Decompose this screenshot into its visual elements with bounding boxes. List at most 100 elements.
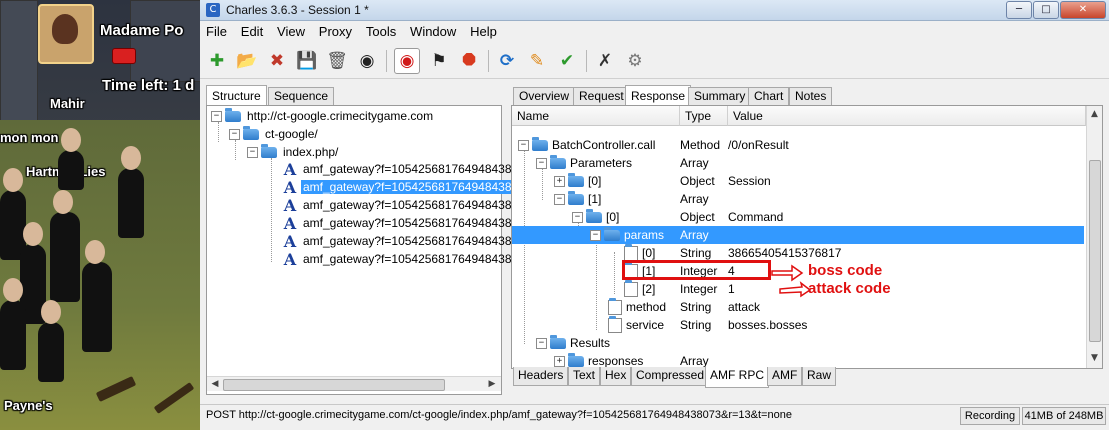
scroll-down-icon[interactable]: ▼ xyxy=(1088,352,1101,365)
character[interactable] xyxy=(0,278,26,370)
tree-line xyxy=(271,158,272,262)
close-session-icon[interactable]: ✖ xyxy=(264,48,290,74)
validate-check-icon[interactable]: ✔ xyxy=(554,48,580,74)
open-session-icon[interactable]: 📂 xyxy=(234,48,260,74)
tree-request-item[interactable]: Aamf_gateway?f=105425681764948438 xyxy=(283,251,514,268)
folder-icon xyxy=(225,108,241,123)
scroll-left-icon[interactable]: ◀ xyxy=(208,378,222,390)
stop-icon[interactable]: ⯃ xyxy=(456,48,482,74)
horizontal-scrollbar[interactable]: ◀ ▶ xyxy=(207,376,501,391)
collapse-toggle-icon[interactable]: − xyxy=(518,140,529,152)
table-row-selected[interactable]: − params Array xyxy=(512,226,1084,244)
character[interactable] xyxy=(118,146,144,238)
table-row[interactable]: − BatchController.call Method /0/onResult xyxy=(512,136,1084,154)
recording-status[interactable]: Recording xyxy=(960,407,1020,425)
scrollbar-thumb[interactable] xyxy=(1089,160,1101,342)
close-button[interactable]: ✕ xyxy=(1060,1,1106,19)
tab-request[interactable]: Request xyxy=(573,87,630,105)
refresh-icon[interactable]: ⟳ xyxy=(494,48,520,74)
table-row[interactable]: − Results xyxy=(512,334,1084,352)
edit-pencil-icon[interactable]: ✎ xyxy=(524,48,550,74)
amf-request-icon: A xyxy=(283,250,297,270)
tab-amf[interactable]: AMF xyxy=(767,367,803,386)
table-row[interactable]: service String bosses.bosses xyxy=(512,316,1084,334)
table-row[interactable]: − [0] Object Command xyxy=(512,208,1084,226)
save-icon[interactable]: 💾 xyxy=(294,48,320,74)
character[interactable] xyxy=(58,128,84,190)
highlight-box xyxy=(622,260,771,280)
tab-raw[interactable]: Raw xyxy=(802,367,837,386)
scrollbar-thumb[interactable] xyxy=(223,379,445,391)
tree-request-item[interactable]: Aamf_gateway?f=105425681764948438 xyxy=(283,179,514,196)
tree-request-item[interactable]: Aamf_gateway?f=105425681764948438 xyxy=(283,215,514,232)
tab-compressed[interactable]: Compressed xyxy=(631,367,710,386)
scroll-up-icon[interactable]: ▲ xyxy=(1088,108,1101,121)
tree-request-item[interactable]: Aamf_gateway?f=105425681764948438 xyxy=(283,161,514,178)
menu-bar: File Edit View Proxy Tools Window Help xyxy=(200,21,1109,43)
column-header-name[interactable]: Name xyxy=(512,106,680,126)
record-icon[interactable]: ◉ xyxy=(394,48,420,74)
collapse-toggle-icon[interactable]: − xyxy=(590,230,601,242)
collapse-toggle-icon[interactable]: − xyxy=(247,147,258,159)
table-row[interactable]: method String attack xyxy=(512,298,1084,316)
building xyxy=(0,0,38,122)
tree-request-item[interactable]: Aamf_gateway?f=105425681764948438 xyxy=(283,197,514,214)
menu-view[interactable]: View xyxy=(273,21,309,42)
new-session-icon[interactable]: ✚ xyxy=(204,48,230,74)
tree-folder-node[interactable]: − index.php/ xyxy=(247,144,340,161)
tab-text[interactable]: Text xyxy=(568,367,601,386)
character[interactable] xyxy=(50,190,80,302)
menu-tools[interactable]: Tools xyxy=(362,21,400,42)
tab-notes[interactable]: Notes xyxy=(789,87,833,105)
menu-help[interactable]: Help xyxy=(466,21,501,42)
character[interactable] xyxy=(38,300,64,382)
title-bar[interactable]: C Charles 3.6.3 - Session 1 * ─ □ ✕ xyxy=(200,0,1109,21)
tree-request-item[interactable]: Aamf_gateway?f=105425681764948438 xyxy=(283,233,514,250)
tree-line xyxy=(235,140,236,160)
red-button[interactable] xyxy=(112,48,136,64)
tree-host-node[interactable]: − http://ct-google.crimecitygame.com xyxy=(211,108,435,125)
vertical-scrollbar[interactable]: ▲ ▼ xyxy=(1086,106,1102,368)
settings-gear-icon[interactable]: ⚙ xyxy=(622,48,648,74)
amf-request-icon: A xyxy=(283,214,297,234)
table-row[interactable]: + [0] Object Session xyxy=(512,172,1084,190)
minimize-button[interactable]: ─ xyxy=(1006,1,1032,19)
collapse-toggle-icon[interactable]: − xyxy=(536,158,547,170)
tab-response[interactable]: Response xyxy=(625,85,692,106)
tree-folder-node[interactable]: − ct-google/ xyxy=(229,126,320,143)
tab-headers[interactable]: Headers xyxy=(513,367,569,386)
throttle-flag-icon[interactable]: ⚑ xyxy=(426,48,452,74)
tab-amf-rpc[interactable]: AMF RPC xyxy=(705,367,769,388)
menu-window[interactable]: Window xyxy=(406,21,460,42)
collapse-toggle-icon[interactable]: − xyxy=(572,212,583,224)
amf-request-icon: A xyxy=(283,196,297,216)
tab-summary[interactable]: Summary xyxy=(688,87,752,105)
menu-file[interactable]: File xyxy=(202,21,231,42)
binoculars-icon[interactable]: ◉ xyxy=(354,48,380,74)
tab-sequence[interactable]: Sequence xyxy=(268,87,335,105)
collapse-toggle-icon[interactable]: − xyxy=(536,338,547,350)
character[interactable] xyxy=(82,240,112,352)
menu-edit[interactable]: Edit xyxy=(237,21,267,42)
file-icon xyxy=(608,298,622,316)
collapse-toggle-icon[interactable]: − xyxy=(554,194,565,206)
tools-icon[interactable]: ✗ xyxy=(592,48,618,74)
tab-overview[interactable]: Overview xyxy=(513,87,576,105)
folder-icon xyxy=(532,137,548,152)
menu-proxy[interactable]: Proxy xyxy=(315,21,356,42)
collapse-toggle-icon[interactable]: − xyxy=(229,129,240,141)
collapse-toggle-icon[interactable]: − xyxy=(211,111,222,123)
scroll-right-icon[interactable]: ▶ xyxy=(485,378,499,390)
expand-toggle-icon[interactable]: + xyxy=(554,356,565,368)
tab-chart[interactable]: Chart xyxy=(748,87,790,105)
expand-toggle-icon[interactable]: + xyxy=(554,176,565,188)
tab-hex[interactable]: Hex xyxy=(600,367,632,386)
tab-structure[interactable]: Structure xyxy=(206,85,267,106)
trash-icon[interactable]: 🗑 xyxy=(324,48,350,74)
column-header-type[interactable]: Type xyxy=(680,106,728,126)
game-background: Madame Po Time left: 1 d Mahir mon mon H… xyxy=(0,0,200,430)
table-row[interactable]: − Parameters Array xyxy=(512,154,1084,172)
table-row[interactable]: − [1] Array xyxy=(512,190,1084,208)
maximize-button[interactable]: □ xyxy=(1033,1,1059,19)
column-header-value[interactable]: Value xyxy=(728,106,1086,126)
